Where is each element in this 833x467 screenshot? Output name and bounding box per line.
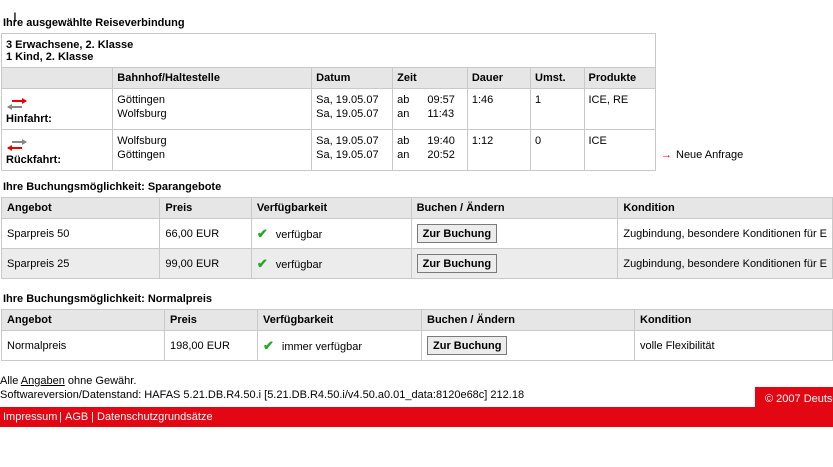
green-check-icon: ✔ xyxy=(256,255,268,271)
table-row: Sparpreis 50 66,00 EUR ✔ verfügbar Zur Bu… xyxy=(1,218,833,249)
privacy-link[interactable]: Datenschutzgrundsätze xyxy=(97,411,213,423)
two-way-arrows-icon xyxy=(7,139,27,151)
disclaimer: Alle Angaben ohne Gewähr. Softwareversio… xyxy=(0,375,525,401)
col-time: Zeit xyxy=(392,67,468,89)
software-version: Softwareversion/Datenstand: HAFAS 5.21.D… xyxy=(0,389,525,401)
saver-title: Ihre Buchungsmöglichkeit: Sparangebote xyxy=(3,181,222,193)
book-button[interactable]: Zur Buchung xyxy=(427,336,508,355)
trip-row-outbound: Hinfahrt: Göttingen Wolfsburg Sa, 19.05.0… xyxy=(1,88,656,130)
copyright: © 2007 Deutsc xyxy=(755,387,833,407)
normal-title: Ihre Buchungsmöglichkeit: Normalpreis xyxy=(3,293,213,305)
impressum-link[interactable]: Impressum xyxy=(3,411,57,423)
green-check-icon: ✔ xyxy=(256,225,268,241)
two-way-arrows-icon xyxy=(7,98,27,110)
col-changes: Umst. xyxy=(530,67,585,89)
book-button[interactable]: Zur Buchung xyxy=(416,254,498,273)
saver-table: Angebot Preis Verfügbarkeit Buchen / Änd… xyxy=(0,197,833,279)
col-products: Produkte xyxy=(583,67,656,89)
new-request-link[interactable]: → Neue Anfrage xyxy=(661,149,743,161)
passenger-info: 3 Erwachsene, 2. Klasse 1 Kind, 2. Klass… xyxy=(1,33,656,68)
connection-table: 3 Erwachsene, 2. Klasse 1 Kind, 2. Klass… xyxy=(0,33,656,171)
agb-link[interactable]: AGB xyxy=(65,411,88,423)
trip-row-return: Rückfahrt: Wolfsburg Göttingen Sa, 19.05.… xyxy=(1,129,656,171)
connection-title: Ihre ausgewählte Reiseverbindung xyxy=(3,17,185,29)
book-button[interactable]: Zur Buchung xyxy=(416,224,498,243)
trip-label: Hinfahrt: xyxy=(6,113,52,125)
angaben-link[interactable]: Angaben xyxy=(21,375,65,387)
col-date: Datum xyxy=(311,67,394,89)
table-row: Normalpreis 198,00 EUR ✔ immer verfügbar … xyxy=(1,330,833,361)
col-station: Bahnhof/Haltestelle xyxy=(112,67,313,89)
normal-table: Angebot Preis Verfügbarkeit Buchen / Änd… xyxy=(1,309,833,361)
footer-bar: Impressum | AGB | Datenschutzgrundsätze xyxy=(0,407,833,427)
col-duration: Dauer xyxy=(466,67,532,89)
green-check-icon: ✔ xyxy=(263,337,274,353)
trip-label: Rückfahrt: xyxy=(6,154,62,166)
table-row: Sparpreis 25 99,00 EUR ✔ verfügbar Zur Bu… xyxy=(1,248,833,279)
red-arrow-right-icon: → xyxy=(661,149,672,161)
